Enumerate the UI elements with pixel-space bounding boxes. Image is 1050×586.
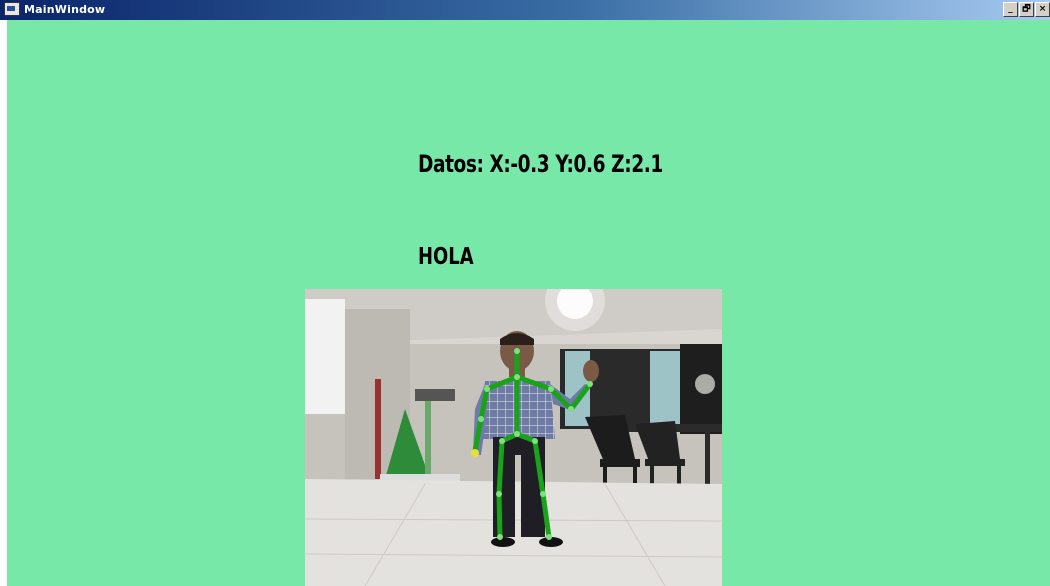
- title-bar[interactable]: MainWindow _ 🗗 ×: [0, 0, 1050, 20]
- minimize-button[interactable]: _: [1003, 2, 1018, 17]
- window-left-edge: [0, 20, 7, 586]
- window-title: MainWindow: [24, 2, 106, 16]
- main-window: MainWindow _ 🗗 × Datos: X:-0.3 Y:0.6 Z:2…: [0, 0, 1050, 586]
- window-app-icon[interactable]: [4, 2, 20, 16]
- close-button[interactable]: ×: [1035, 2, 1050, 17]
- coordinates-readout: Datos: X:-0.3 Y:0.6 Z:2.1: [418, 150, 663, 178]
- gesture-label: HOLA: [418, 244, 474, 270]
- camera-feed: [305, 289, 722, 586]
- maximize-button[interactable]: 🗗: [1019, 2, 1034, 17]
- title-left: MainWindow: [4, 2, 105, 16]
- window-controls: _ 🗗 ×: [1003, 2, 1050, 17]
- camera-feed-icon: [305, 289, 722, 586]
